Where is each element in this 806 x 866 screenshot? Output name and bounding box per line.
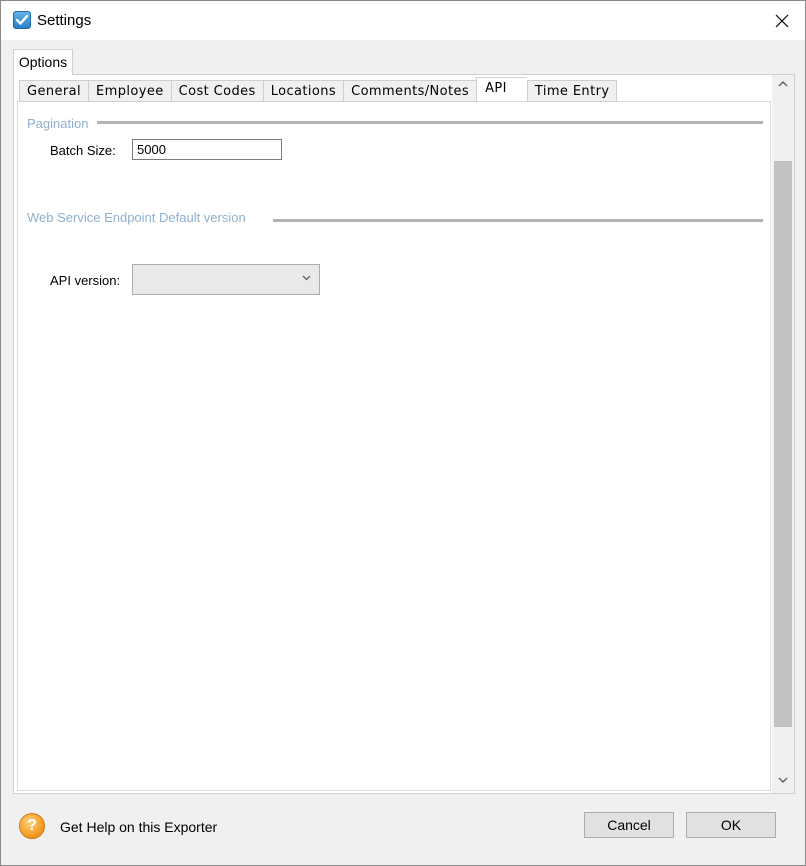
chevron-down-icon [778, 777, 788, 783]
help-link[interactable]: Get Help on this Exporter [60, 819, 217, 835]
tab-time-entry[interactable]: Time Entry [526, 80, 618, 102]
checkbox-app-icon [13, 11, 31, 29]
api-version-label: API version: [50, 273, 121, 288]
batch-size-label: Batch Size: [50, 143, 116, 158]
tab-comments-notes[interactable]: Comments/Notes [343, 80, 477, 102]
close-button[interactable] [759, 1, 805, 40]
pagination-group-label: Pagination [27, 116, 89, 131]
cancel-button[interactable]: Cancel [584, 812, 674, 838]
tab-options[interactable]: Options [13, 49, 73, 75]
tab-api[interactable]: API [476, 77, 527, 101]
vertical-scrollbar[interactable] [772, 75, 794, 793]
api-version-dropdown[interactable] [132, 264, 320, 295]
close-icon [775, 14, 789, 27]
scroll-down-button[interactable] [772, 771, 794, 789]
settings-window: Settings Options General Employee Cost C… [0, 0, 806, 866]
scroll-up-button[interactable] [772, 75, 794, 93]
batch-size-input[interactable] [132, 139, 282, 160]
api-tab-panel [17, 101, 771, 791]
help-icon[interactable]: ? [19, 813, 45, 839]
scroll-thumb[interactable] [774, 161, 792, 727]
tab-employee[interactable]: Employee [88, 80, 171, 102]
chevron-down-icon [302, 275, 311, 281]
title-bar: Settings [1, 1, 805, 40]
endpoint-group-label: Web Service Endpoint Default version [27, 210, 246, 225]
window-title: Settings [37, 12, 92, 29]
endpoint-group-divider [273, 219, 763, 222]
tab-locations[interactable]: Locations [262, 80, 344, 102]
tab-cost-codes[interactable]: Cost Codes [170, 80, 263, 102]
settings-tab-strip: General Employee Cost Codes Locations Co… [19, 77, 618, 102]
ok-button[interactable]: OK [686, 812, 776, 838]
pagination-group-divider [97, 121, 763, 124]
chevron-up-icon [778, 81, 788, 87]
tab-general[interactable]: General [19, 80, 89, 102]
